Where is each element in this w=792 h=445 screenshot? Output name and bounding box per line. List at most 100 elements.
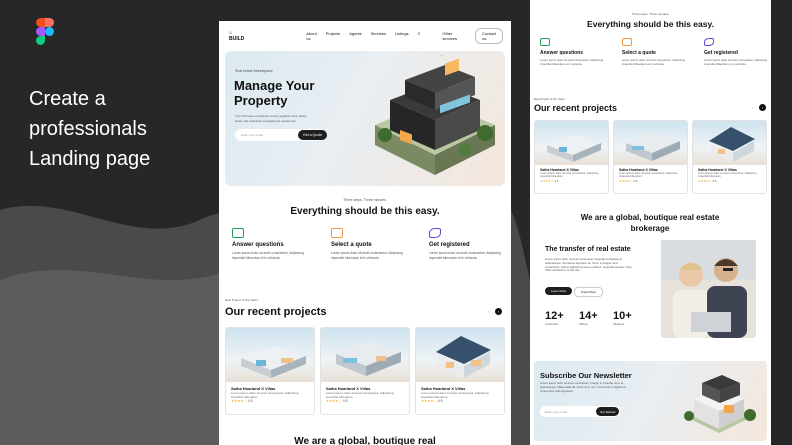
feature-answer: Answer questions Lorem ipsum dolor sit a… [540, 38, 605, 67]
feature-desc: Lorem ipsum dolor sit amet consectetur. … [232, 251, 304, 260]
project-card[interactable]: Saiha Hoarland X Villas Lorem ipsum dolo… [534, 120, 609, 194]
project-desc: Lorem ipsum dolor sit amet consectetur. … [326, 391, 394, 399]
landing-page-mockup-2: Three steps. Three minutes. Everything s… [530, 0, 771, 445]
projects-kicker: Best Project of the Years [225, 298, 258, 302]
rating-value: 4.5 [247, 399, 253, 403]
project-image [693, 121, 766, 165]
headline-line: Create a [29, 88, 106, 110]
navbar: ⌂ BUILD About us Projects Agents Service… [229, 28, 503, 44]
stat-label: Customers [545, 322, 559, 326]
know-more-button[interactable]: Know More [574, 287, 604, 297]
next-arrow-icon[interactable]: › [495, 308, 502, 315]
contact-button[interactable]: Contact us [475, 28, 503, 44]
rating-stars: ★★★★☆ [231, 399, 247, 403]
rating-stars: ★★★★☆ [421, 399, 437, 403]
rating-value: 4.5 [633, 178, 638, 183]
feature-desc: Lorem ipsum dolor sit amet consectetur. … [704, 58, 767, 66]
rating-value: 4.5 [342, 399, 348, 403]
hero-kicker: Real estate Marketplace [235, 69, 273, 73]
project-desc: Lorem ipsum dolor sit amet consectetur. … [698, 172, 757, 179]
project-card[interactable]: Saiha Hoarland X Villas Lorem ipsum dolo… [692, 120, 767, 194]
feature-title: Select a quote [331, 242, 372, 248]
get-quote-button[interactable]: Get a Quote [298, 130, 328, 140]
project-card[interactable]: Saiha Hoarland X Villas Lorem ipsum dolo… [320, 327, 410, 415]
pen-icon [704, 38, 714, 46]
project-rating: ★★★★☆ 4.5 [321, 399, 409, 403]
nav-link-projects[interactable]: Projects [326, 31, 340, 41]
agents-photo [661, 240, 756, 338]
feature-quote: Select a quote Lorem ipsum dolor sit ame… [331, 228, 411, 260]
get-started-button[interactable]: Get Started [596, 407, 620, 416]
stat-value: 10+ [613, 310, 632, 322]
prev-arrow-icon[interactable]: ‹ [485, 308, 492, 315]
project-rating: ★★★★☆ 4.5 [693, 179, 766, 183]
feature-title: Answer questions [540, 50, 584, 56]
figma-logo-icon [36, 18, 54, 63]
feature-register: Get registered Lorem ipsum dolor sit ame… [429, 228, 509, 260]
stat-value: 12+ [545, 310, 564, 322]
hero-description: Your AI house everything coming together… [235, 114, 308, 123]
feature-desc: Lorem ipsum dolor sit amet consectetur. … [429, 251, 501, 260]
feature-desc: Lorem ipsum dolor sit amet consectetur. … [540, 58, 603, 66]
brand-name: BUILD [229, 36, 245, 42]
brand-logo[interactable]: ⌂ BUILD [229, 30, 244, 42]
rating-stars: ★★★★☆ [326, 399, 342, 403]
project-card[interactable]: Saiha Hoarland X Villas Lorem ipsum dolo… [415, 327, 505, 415]
features-kicker: Three steps. Three minutes. [631, 12, 670, 16]
project-desc: Lorem ipsum dolor sit amet consectetur. … [231, 391, 299, 399]
learn-more-button[interactable]: Learn More [545, 287, 573, 295]
newsletter-section: Subscribe Our Newsletter Lorem ipsum dol… [534, 361, 767, 441]
stat: 10+ Students [613, 310, 632, 326]
features-kicker: Three steps. Three minutes. [343, 198, 387, 202]
features-title: Everything should be this easy. [290, 206, 440, 217]
landing-page-mockup: ⌂ BUILD About us Projects Agents Service… [219, 21, 511, 445]
hero-section: Real estate Marketplace Manage Your Prop… [225, 51, 505, 186]
rating-value: 4.5 [437, 399, 443, 403]
headline-line: professionals [29, 118, 147, 140]
rating-value: 4.5 [712, 178, 717, 183]
newsletter-title: Subscribe Our Newsletter [540, 371, 632, 380]
feature-title: Answer questions [232, 242, 284, 248]
projects-kicker: Best Project of the Years [534, 97, 565, 101]
stat-label: Students [613, 322, 625, 326]
pen-icon [429, 228, 441, 238]
stat-label: Offices [579, 322, 588, 326]
rating-stars: ★★★★☆ [619, 178, 633, 183]
newsletter-desc: Lorem ipsum dolor sit amet consectetur. … [540, 381, 627, 393]
project-image [614, 121, 687, 165]
transfer-desc: Lorem ipsum dolor sit amet consectetur. … [545, 257, 633, 273]
next-arrow-icon[interactable]: › [759, 104, 766, 111]
project-rating: ★★★★☆ 4.5 [614, 179, 687, 183]
features-title: Everything should be this easy. [587, 19, 714, 29]
stat: 12+ Customers [545, 310, 564, 326]
feature-title: Get registered [704, 50, 738, 56]
project-rating: ★★★★☆ 4.5 [226, 399, 314, 403]
projects-title: Our recent projects [225, 306, 327, 318]
stat-value: 14+ [579, 310, 598, 322]
nav-link-about[interactable]: About us [306, 31, 316, 41]
feature-desc: Lorem ipsum dolor sit amet consectetur. … [331, 251, 403, 260]
project-card[interactable]: Saiha Hoarland X Villas Lorem ipsum dolo… [225, 327, 315, 415]
feature-answer: Answer questions Lorem ipsum dolor sit a… [232, 228, 312, 260]
feature-register: Get registered Lorem ipsum dolor sit ame… [704, 38, 769, 67]
project-image [535, 121, 608, 165]
nav-link-agents[interactable]: Agents [349, 31, 361, 41]
project-card[interactable]: Saiha Hoarland X Villas Lorem ipsum dolo… [613, 120, 688, 194]
search-icon[interactable]: ⌕ [418, 31, 421, 41]
chat-icon [540, 38, 550, 46]
feature-title: Select a quote [622, 50, 656, 56]
project-image [226, 328, 314, 382]
nav-link-listings[interactable]: Listings [395, 31, 409, 41]
house-illustration [684, 375, 756, 433]
nav-link-services[interactable]: Services [371, 31, 386, 41]
carousel-arrows: ‹ › [485, 308, 502, 315]
prev-arrow-icon[interactable]: ‹ [749, 104, 756, 111]
rating-value: 4.5 [554, 178, 559, 183]
feature-desc: Lorem ipsum dolor sit amet consectetur. … [622, 58, 685, 66]
project-desc: Lorem ipsum dolor sit amet consectetur. … [421, 391, 489, 399]
nav-other-services[interactable]: Other services [442, 31, 461, 41]
project-image [416, 328, 504, 382]
rating-stars: ★★★★☆ [540, 178, 554, 183]
project-desc: Lorem ipsum dolor sit amet consectetur. … [540, 172, 599, 179]
mail-icon [331, 228, 343, 238]
